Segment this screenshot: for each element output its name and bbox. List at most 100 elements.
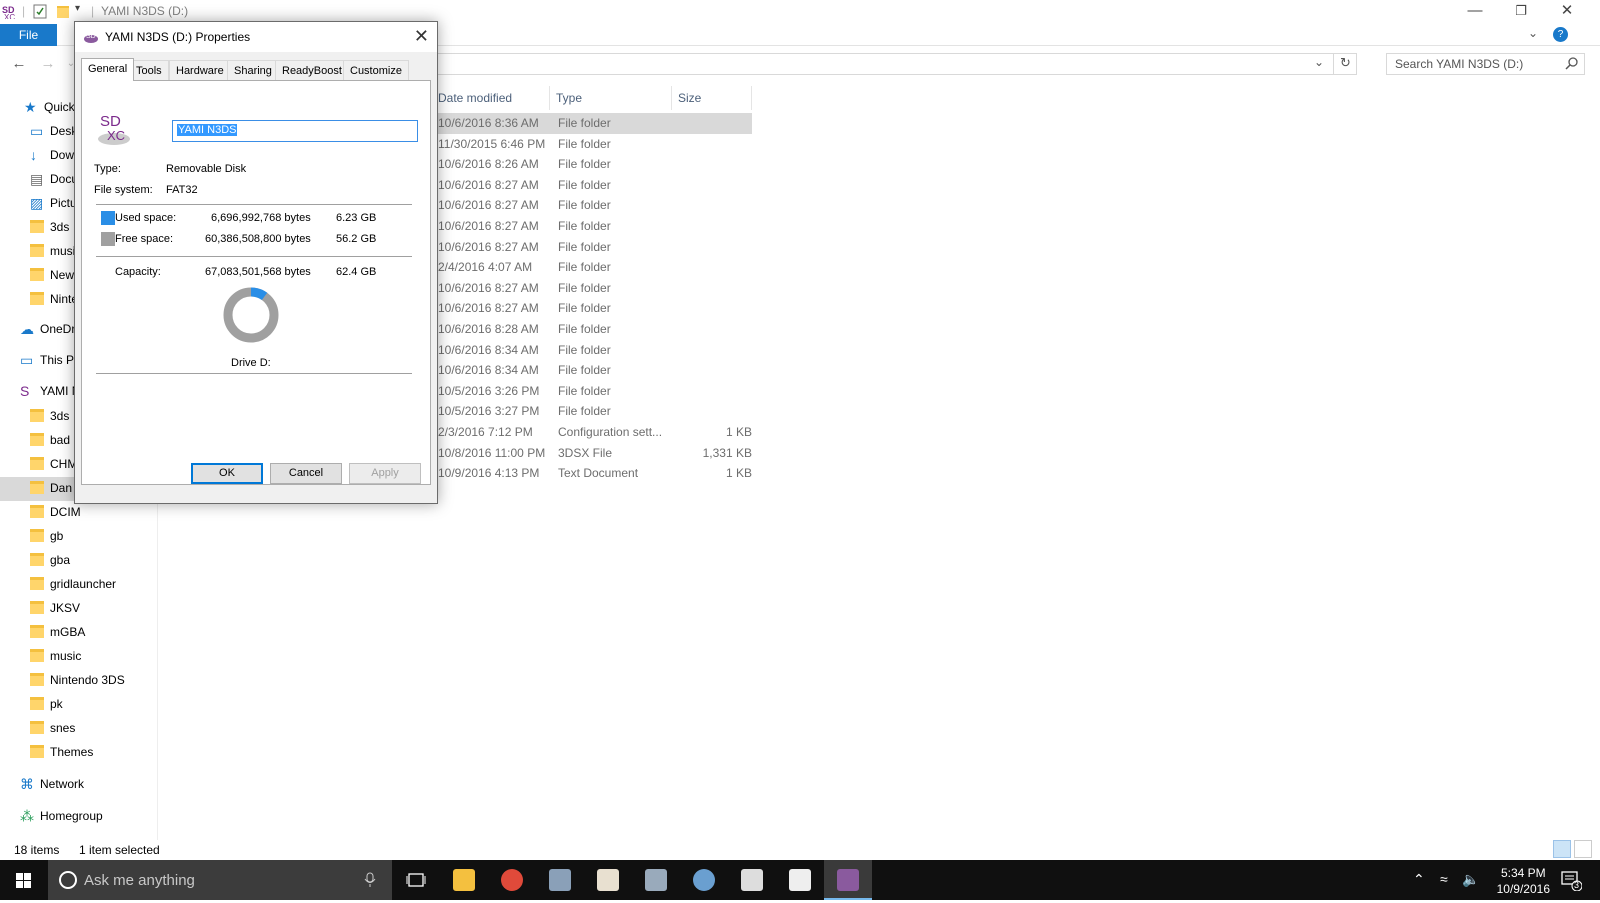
search-input[interactable]: Search YAMI N3DS (D:) bbox=[1386, 53, 1585, 75]
details-view-icon[interactable] bbox=[1553, 840, 1571, 858]
taskbar-app[interactable] bbox=[824, 860, 872, 900]
search-icon[interactable] bbox=[1565, 56, 1579, 70]
folder-icon bbox=[30, 529, 44, 542]
folder-icon bbox=[30, 220, 44, 233]
taskbar-app[interactable] bbox=[440, 860, 488, 900]
taskbar: Ask me anything ⌃ ≈ 🔈 5:34 PM 10/9/2016 … bbox=[0, 860, 1600, 900]
file-date: 10/6/2016 8:28 AM bbox=[438, 322, 539, 336]
nav-item-label: Network bbox=[40, 777, 85, 791]
clock-time: 5:34 PM bbox=[1500, 866, 1546, 880]
tab-customize[interactable]: Customize bbox=[343, 60, 409, 80]
back-icon[interactable]: ← bbox=[9, 54, 29, 74]
capacity-gb: 62.4 GB bbox=[336, 266, 377, 278]
tab-tools[interactable]: Tools bbox=[129, 60, 169, 80]
column-header-size[interactable]: Size bbox=[672, 86, 752, 110]
file-row[interactable]: 10/5/2016 3:26 PM File folder bbox=[432, 381, 752, 402]
file-row[interactable]: 11/30/2015 6:46 PM File folder bbox=[432, 134, 752, 155]
cortana-search-box[interactable]: Ask me anything bbox=[48, 860, 392, 900]
expand-ribbon-icon[interactable]: ⌄ bbox=[1528, 26, 1538, 40]
column-header-type[interactable]: Type bbox=[550, 86, 672, 110]
nav-item-label: Homegroup bbox=[40, 809, 103, 823]
dialog-title-bar[interactable]: SD YAMI N3DS (D:) Properties ✕ bbox=[75, 22, 437, 52]
taskbar-app[interactable] bbox=[728, 860, 776, 900]
clock[interactable]: 5:34 PM 10/9/2016 bbox=[1497, 865, 1550, 897]
new-folder-icon[interactable] bbox=[57, 6, 69, 18]
sd-card-icon: SDXC bbox=[2, 5, 15, 19]
cancel-button[interactable]: Cancel bbox=[270, 463, 342, 484]
app-icon bbox=[549, 869, 571, 891]
close-window-button[interactable]: ✕ bbox=[1544, 0, 1590, 24]
properties-icon[interactable] bbox=[33, 4, 47, 19]
folder-icon bbox=[30, 481, 44, 494]
nav-item-label: 3ds bbox=[50, 220, 70, 234]
tab-hardware[interactable]: Hardware bbox=[169, 60, 231, 80]
folder-icon bbox=[30, 649, 44, 662]
tab-sharing[interactable]: Sharing bbox=[227, 60, 279, 80]
tab-readyboost[interactable]: ReadyBoost bbox=[275, 60, 349, 80]
action-center-button[interactable]: 3 bbox=[1560, 869, 1583, 892]
taskbar-app[interactable] bbox=[584, 860, 632, 900]
taskbar-app[interactable] bbox=[632, 860, 680, 900]
folder-icon bbox=[30, 601, 44, 614]
file-date: 10/5/2016 3:26 PM bbox=[438, 383, 540, 398]
file-row[interactable]: 10/6/2016 8:27 AM File folder bbox=[432, 216, 752, 237]
file-row[interactable]: 10/6/2016 8:34 AM File folder bbox=[432, 360, 752, 381]
cortana-icon bbox=[59, 871, 77, 889]
file-type: File folder bbox=[558, 219, 611, 233]
start-button[interactable] bbox=[0, 860, 48, 900]
file-row[interactable]: 10/8/2016 11:00 PM 3DSX File 1,331 KB bbox=[432, 443, 752, 464]
file-row[interactable]: 10/6/2016 8:36 AM File folder bbox=[432, 113, 752, 134]
show-hidden-icons-icon[interactable]: ⌃ bbox=[1413, 871, 1425, 888]
customize-quick-access-icon[interactable]: ▾ bbox=[75, 3, 89, 18]
free-space-bytes: 60,386,508,800 bytes bbox=[205, 233, 311, 245]
address-bar[interactable]: ⌄ ↻ bbox=[432, 53, 1357, 75]
column-header-date[interactable]: Date modified bbox=[432, 86, 550, 110]
taskbar-app[interactable] bbox=[536, 860, 584, 900]
tab-general[interactable]: General bbox=[81, 58, 135, 81]
dialog-title: YAMI N3DS (D:) Properties bbox=[105, 30, 251, 44]
large-icons-view-icon[interactable] bbox=[1574, 840, 1592, 858]
taskbar-app[interactable] bbox=[488, 860, 536, 900]
wifi-icon[interactable]: ≈ bbox=[1440, 871, 1448, 887]
address-dropdown-icon[interactable]: ⌄ bbox=[1314, 55, 1324, 69]
volume-icon[interactable]: 🔈 bbox=[1462, 871, 1479, 888]
file-tab[interactable]: File bbox=[0, 24, 57, 46]
file-row[interactable]: 2/4/2016 4:07 AM File folder bbox=[432, 257, 752, 278]
selection-count: 1 item selected bbox=[79, 843, 160, 857]
file-row[interactable]: 10/6/2016 8:26 AM File folder bbox=[432, 154, 752, 175]
file-row[interactable]: 10/6/2016 8:34 AM File folder bbox=[432, 340, 752, 361]
file-row[interactable]: 10/6/2016 8:27 AM File folder bbox=[432, 298, 752, 319]
file-row[interactable]: 2/3/2016 7:12 PM Configuration sett... 1 K… bbox=[432, 422, 752, 443]
divider bbox=[96, 204, 412, 205]
help-icon[interactable]: ? bbox=[1553, 27, 1568, 42]
file-row[interactable]: 10/6/2016 8:27 AM File folder bbox=[432, 237, 752, 258]
apply-button[interactable]: Apply bbox=[349, 463, 421, 484]
taskbar-app[interactable] bbox=[680, 860, 728, 900]
microphone-icon[interactable] bbox=[364, 872, 376, 888]
restore-button[interactable]: ❐ bbox=[1498, 0, 1544, 24]
nav-item-label: 3ds bbox=[50, 409, 70, 423]
file-date: 10/6/2016 8:27 AM bbox=[438, 301, 539, 316]
file-row[interactable]: 10/5/2016 3:27 PM File folder bbox=[432, 401, 752, 422]
task-view-button[interactable] bbox=[392, 860, 440, 900]
file-row[interactable]: 10/9/2016 4:13 PM Text Document 1 KB bbox=[432, 463, 752, 484]
used-space-bytes: 6,696,992,768 bytes bbox=[211, 212, 311, 224]
drive-name-input[interactable]: YAMI N3DS bbox=[172, 120, 418, 142]
file-type: File folder bbox=[558, 239, 611, 254]
star-icon: ★ bbox=[24, 99, 37, 115]
dialog-close-icon[interactable]: ✕ bbox=[414, 26, 429, 47]
minimize-button[interactable]: — bbox=[1452, 0, 1498, 24]
file-type: Text Document bbox=[558, 466, 639, 481]
file-type: File folder bbox=[558, 280, 611, 295]
file-row[interactable]: 10/6/2016 8:27 AM File folder bbox=[432, 175, 752, 196]
file-type: File folder bbox=[558, 260, 611, 275]
file-row[interactable]: 10/6/2016 8:27 AM File folder bbox=[432, 278, 752, 299]
refresh-icon[interactable]: ↻ bbox=[1333, 53, 1357, 75]
forward-icon[interactable]: → bbox=[38, 54, 58, 74]
ok-button[interactable]: OK bbox=[191, 463, 263, 484]
file-row[interactable]: 10/6/2016 8:27 AM File folder bbox=[432, 195, 752, 216]
taskbar-app[interactable] bbox=[776, 860, 824, 900]
folder-icon bbox=[30, 505, 44, 518]
file-row[interactable]: 10/6/2016 8:28 AM File folder bbox=[432, 319, 752, 340]
sd-card-icon: SD XC bbox=[98, 113, 130, 145]
